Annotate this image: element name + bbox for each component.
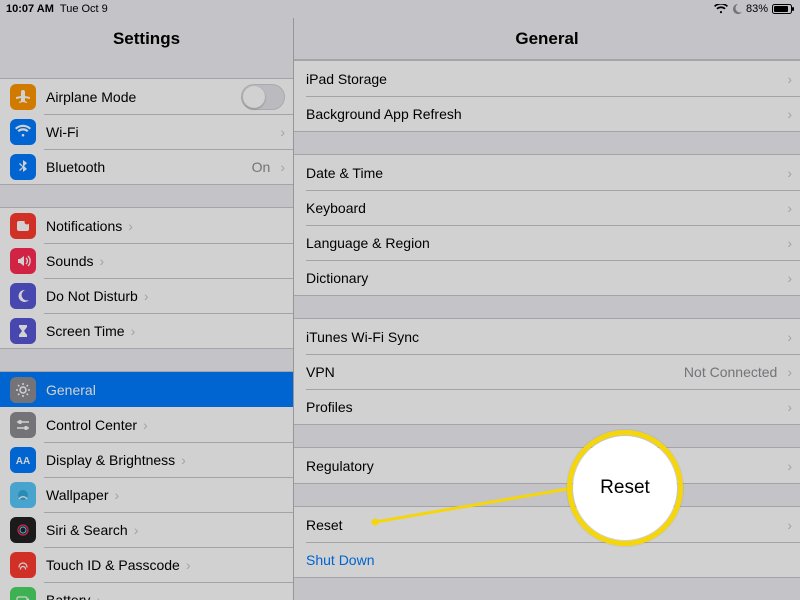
- sidebar-item-notifications[interactable]: Notifications ›: [0, 208, 293, 243]
- chevron-right-icon: ›: [96, 593, 101, 600]
- chevron-right-icon: ›: [99, 254, 104, 268]
- sidebar-item-wallpaper[interactable]: Wallpaper ›: [0, 477, 293, 512]
- chevron-right-icon: ›: [134, 523, 139, 537]
- chevron-right-icon: ›: [128, 219, 133, 233]
- hourglass-icon: [10, 318, 36, 344]
- sidebar-item-bluetooth[interactable]: Bluetooth On ›: [0, 149, 293, 184]
- battery-percent: 83%: [746, 3, 768, 15]
- bluetooth-icon: [10, 154, 36, 180]
- chevron-right-icon: ›: [280, 160, 285, 174]
- display-icon: AA: [10, 447, 36, 473]
- chevron-right-icon: ›: [787, 365, 792, 379]
- chevron-right-icon: ›: [787, 400, 792, 414]
- sounds-icon: [10, 248, 36, 274]
- chevron-right-icon: ›: [787, 330, 792, 344]
- sidebar-item-screen-time[interactable]: Screen Time ›: [0, 313, 293, 348]
- airplane-icon: [10, 84, 36, 110]
- svg-text:AA: AA: [16, 456, 30, 467]
- sidebar-item-control-center[interactable]: Control Center ›: [0, 407, 293, 442]
- sidebar-item-do-not-disturb[interactable]: Do Not Disturb ›: [0, 278, 293, 313]
- chevron-right-icon: ›: [787, 166, 792, 180]
- detail-item-profiles[interactable]: Profiles ›: [294, 389, 800, 424]
- detail-item-date-time[interactable]: Date & Time ›: [294, 155, 800, 190]
- detail-item-language-region[interactable]: Language & Region ›: [294, 225, 800, 260]
- chevron-right-icon: ›: [787, 459, 792, 473]
- chevron-right-icon: ›: [144, 289, 149, 303]
- sliders-icon: [10, 412, 36, 438]
- sidebar-item-display-brightness[interactable]: AA Display & Brightness ›: [0, 442, 293, 477]
- sidebar-item-airplane-mode[interactable]: Airplane Mode: [0, 79, 293, 114]
- chevron-right-icon: ›: [787, 201, 792, 215]
- detail-item-vpn[interactable]: VPN Not Connected ›: [294, 354, 800, 389]
- chevron-right-icon: ›: [280, 125, 285, 139]
- moon-icon: [732, 4, 742, 14]
- moon-icon: [10, 283, 36, 309]
- airplane-toggle[interactable]: [241, 84, 285, 110]
- status-time: 10:07 AM: [6, 3, 54, 15]
- chevron-right-icon: ›: [115, 488, 120, 502]
- general-detail: General iPad Storage › Background App Re…: [294, 18, 800, 600]
- chevron-right-icon: ›: [787, 107, 792, 121]
- sidebar-item-sounds[interactable]: Sounds ›: [0, 243, 293, 278]
- detail-item-dictionary[interactable]: Dictionary ›: [294, 260, 800, 295]
- sidebar-item-battery[interactable]: Battery ›: [0, 582, 293, 600]
- chevron-right-icon: ›: [131, 324, 136, 338]
- status-date: Tue Oct 9: [60, 3, 108, 15]
- detail-item-shut-down[interactable]: Shut Down: [294, 542, 800, 577]
- gear-icon: [10, 377, 36, 403]
- battery-icon: [772, 4, 794, 14]
- settings-sidebar: Settings Airplane Mode Wi-Fi ›: [0, 18, 294, 600]
- detail-item-reset[interactable]: Reset ›: [294, 507, 800, 542]
- battery-icon: [10, 587, 36, 600]
- sidebar-item-general[interactable]: General: [0, 372, 293, 407]
- chevron-right-icon: ›: [787, 518, 792, 532]
- detail-item-keyboard[interactable]: Keyboard ›: [294, 190, 800, 225]
- wifi-icon: [10, 119, 36, 145]
- detail-item-background-app-refresh[interactable]: Background App Refresh ›: [294, 96, 800, 131]
- siri-icon: [10, 517, 36, 543]
- chevron-right-icon: ›: [143, 418, 148, 432]
- notifications-icon: [10, 213, 36, 239]
- bluetooth-value: On: [252, 159, 275, 175]
- sidebar-item-wifi[interactable]: Wi-Fi ›: [0, 114, 293, 149]
- sidebar-title: Settings: [0, 18, 293, 60]
- status-bar: 10:07 AM Tue Oct 9 83%: [0, 0, 800, 18]
- chevron-right-icon: ›: [787, 271, 792, 285]
- chevron-right-icon: ›: [181, 453, 186, 467]
- detail-item-itunes-wifi-sync[interactable]: iTunes Wi-Fi Sync ›: [294, 319, 800, 354]
- chevron-right-icon: ›: [787, 72, 792, 86]
- wifi-icon: [714, 4, 728, 14]
- chevron-right-icon: ›: [186, 558, 191, 572]
- detail-item-regulatory[interactable]: Regulatory ›: [294, 448, 800, 483]
- wallpaper-icon: [10, 482, 36, 508]
- sidebar-item-touch-id-passcode[interactable]: Touch ID & Passcode ›: [0, 547, 293, 582]
- detail-item-ipad-storage[interactable]: iPad Storage ›: [294, 61, 800, 96]
- fingerprint-icon: [10, 552, 36, 578]
- chevron-right-icon: ›: [787, 236, 792, 250]
- sidebar-item-siri-search[interactable]: Siri & Search ›: [0, 512, 293, 547]
- vpn-value: Not Connected: [684, 364, 781, 380]
